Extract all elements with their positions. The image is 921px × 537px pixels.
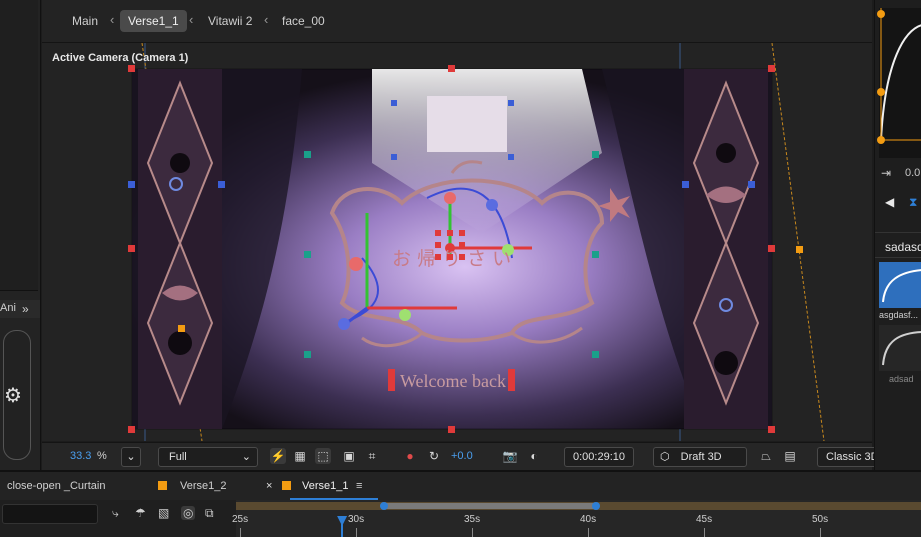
comp-color-swatch — [282, 481, 291, 490]
cube-icon: ⬡ — [660, 451, 670, 463]
region-of-interest-icon[interactable]: ▣ — [341, 448, 357, 464]
view-mode-value: Classic 3D — [826, 451, 879, 463]
comp-color-swatch — [158, 481, 167, 490]
keyframe-in-icon[interactable]: ⇥ — [881, 166, 891, 180]
breadcrumb-vitawii-2[interactable]: Vitawii 2 — [208, 14, 252, 28]
viewer-toolbar: 33.3 % ⌄ Full ⌄ ⚡ ▦ ⬚ ▣ ⌗ ● ↻ +0.0 📷 ◐ 0… — [42, 442, 882, 471]
preset-2-label[interactable]: adsad — [889, 374, 914, 384]
right-panel: ⇥ 0.0 ◀ ⧗ sadasd asgdasf... adsad — [874, 0, 921, 470]
zoom-unit: % — [97, 450, 107, 462]
zoom-dropdown[interactable]: ⌄ — [121, 447, 141, 467]
left-panel-tab-label: Ani — [0, 302, 16, 314]
transparency-grid-icon[interactable]: ▦ — [292, 448, 308, 464]
playhead-line — [341, 524, 344, 537]
active-camera-label: Active Camera (Camera 1) — [52, 52, 189, 64]
tab-menu-icon[interactable]: ≡ — [356, 480, 362, 492]
mask-path-icon[interactable]: ⬚ — [315, 448, 331, 464]
blurred-region — [427, 96, 507, 152]
close-tab-icon[interactable]: × — [266, 480, 272, 492]
expand-panel-icon[interactable]: » — [22, 302, 29, 316]
resolution-value: Full — [169, 451, 187, 463]
guides-icon[interactable]: ⌗ — [364, 448, 380, 464]
timeline-controls: ⤷ ☂ ▧ ◎ ⧉ 25s 30s 35s 40s 45s 50s — [0, 500, 921, 537]
left-panel-top — [0, 0, 38, 291]
frame-blending-icon[interactable]: ▧ — [158, 506, 169, 520]
color-channels-icon[interactable]: ● — [402, 448, 418, 464]
gear-icon[interactable]: ⚙ — [4, 383, 22, 408]
graph-editor-icon[interactable]: ⧉ — [205, 506, 214, 521]
exposure-value[interactable]: +0.0 — [451, 450, 473, 462]
ruler-tick — [472, 528, 473, 537]
work-area-bar[interactable] — [383, 503, 596, 509]
draft-3d-icon[interactable]: ☂ — [135, 506, 146, 520]
right-panel-value[interactable]: 0.0 — [905, 167, 920, 179]
breadcrumb-verse1-1[interactable]: Verse1_1 — [120, 10, 187, 32]
composition-viewer[interactable]: お 帰 り さ い Welcome back — [42, 43, 872, 441]
time-ruler[interactable]: 25s 30s 35s 40s 45s 50s — [232, 500, 921, 537]
ruler-label: 50s — [812, 514, 829, 525]
timeline-tab-bar: close-open _Curtain Verse1_2 × Verse1_1 … — [0, 470, 921, 502]
work-area-start-handle[interactable] — [380, 502, 388, 510]
chevron-left-icon: ‹ — [264, 12, 269, 27]
viewer-canvas: お 帰 り さ い Welcome back — [128, 43, 825, 441]
chevron-down-icon: ⌄ — [126, 451, 136, 463]
breadcrumb-main[interactable]: Main — [72, 14, 98, 28]
ruler-label: 35s — [464, 514, 481, 525]
comp-breadcrumb: Main ‹ Verse1_1 ‹ Vitawii 2 ‹ face_00 — [42, 0, 872, 43]
show-snapshot-icon[interactable]: ◐ — [526, 448, 542, 464]
zoom-value[interactable]: 33.3 — [70, 450, 91, 462]
timeline-search-input[interactable] — [2, 504, 98, 524]
ruler-tick — [704, 528, 705, 537]
tab-close-open-curtain[interactable]: close-open _Curtain — [7, 480, 105, 492]
3d-view-options-icon[interactable]: ▤ — [782, 448, 798, 464]
ruler-label: 45s — [696, 514, 713, 525]
ruler-label: 40s — [580, 514, 597, 525]
3d-ground-plane-icon[interactable]: ⏢ — [758, 448, 774, 464]
breadcrumb-face-00[interactable]: face_00 — [282, 14, 325, 28]
right-panel-heading: sadasd — [885, 240, 921, 254]
chevron-left-icon: ‹ — [110, 12, 115, 27]
left-panel: Ani » ⚙ — [0, 0, 41, 470]
view-mode-dropdown[interactable]: Classic 3D — [817, 447, 882, 467]
chevron-down-icon: ⌄ — [241, 451, 251, 463]
overlay-text: Welcome back — [400, 371, 506, 391]
ruler-tick — [356, 528, 357, 537]
resolution-dropdown[interactable]: Full ⌄ — [158, 447, 258, 467]
ruler-tick — [588, 528, 589, 537]
current-time-field[interactable]: 0:00:29:10 — [564, 447, 634, 467]
hourglass-icon[interactable]: ⧗ — [909, 195, 917, 210]
tab-verse1-2[interactable]: Verse1_2 — [180, 480, 226, 492]
preset-1-label[interactable]: asgdasf... — [879, 310, 918, 320]
timecode-value: 0:00:29:10 — [573, 451, 625, 463]
ruler-tick — [820, 528, 821, 537]
motion-blur-icon[interactable]: ◎ — [181, 506, 196, 520]
chevron-left-icon: ‹ — [189, 12, 194, 27]
camera-snapshot-icon[interactable]: 📷 — [502, 448, 518, 464]
work-area-end-handle[interactable] — [592, 502, 600, 510]
ruler-label: 25s — [232, 514, 249, 525]
ruler-tick — [240, 528, 241, 537]
left-panel-tab[interactable]: Ani » — [0, 300, 40, 318]
renderer-button[interactable]: ⬡ Draft 3D — [653, 447, 747, 467]
ruler-label: 30s — [348, 514, 365, 525]
renderer-label: Draft 3D — [680, 451, 722, 463]
reset-exposure-icon[interactable]: ↻ — [426, 448, 442, 464]
fast-preview-icon[interactable]: ⚡ — [270, 448, 286, 464]
tab-verse1-1[interactable]: Verse1_1 — [302, 480, 348, 492]
left-arrow-icon[interactable]: ◀ — [885, 195, 894, 209]
composition-flowchart-icon[interactable]: ⤷ — [112, 506, 119, 521]
